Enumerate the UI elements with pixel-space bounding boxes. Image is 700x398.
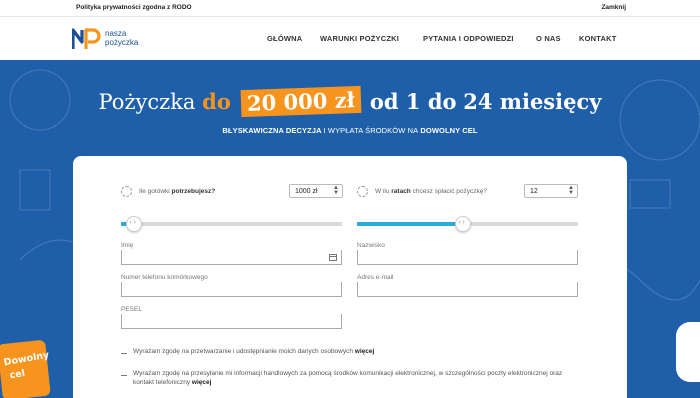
consent1-checkbox[interactable]	[121, 353, 127, 354]
subheadline-middle: I WYPŁATA ŚRODKÓW NA	[323, 126, 419, 135]
amount-slider[interactable]	[121, 216, 342, 232]
select-arrows-icon: ▲ ▼	[568, 185, 574, 196]
nav-item-faq[interactable]: PYTANIA I ODPOWIEDZI	[423, 34, 514, 43]
pesel-label: PESEL	[121, 306, 142, 313]
brand-line2: pożyczka	[105, 37, 139, 47]
amount-spinner-icon	[121, 186, 132, 197]
amount-question: Ile gotówki potrzebujesz?	[139, 188, 215, 195]
installments-question-suffix: chcesz spłacić pożyczkę?	[412, 188, 488, 195]
hero-section: Pożyczka do 20 000 zł od 1 do 24 miesięc…	[0, 60, 700, 398]
headline-period-prefix: od 1 do	[369, 89, 457, 114]
last-name-label: Nazwisko	[357, 242, 385, 249]
privacy-policy-link[interactable]: Polityka prywatności zgodna z RODO	[76, 4, 192, 11]
consent1-more-link[interactable]: więcej	[355, 348, 375, 355]
phone-label: Numer telefonu komórkowego	[121, 274, 208, 281]
decorative-cloud	[676, 322, 700, 382]
subheadline-bold2: DOWOLNY CEL	[420, 126, 478, 135]
main-navigation: nasza pożyczka GŁÓWNA WARUNKI POŻYCZKI P…	[0, 17, 700, 60]
nav-item-loan-terms[interactable]: WARUNKI POŻYCZKI	[320, 34, 399, 43]
nav-item-contact[interactable]: KONTAKT	[579, 34, 617, 43]
nav-item-about[interactable]: O NAS	[536, 34, 561, 43]
brand-logo[interactable]: nasza pożyczka	[72, 28, 152, 52]
hero-headline: Pożyczka do 20 000 zł od 1 do 24 miesięc…	[0, 85, 700, 118]
consent1-body: Wyrażam zgodę na przetwarzanie i udostęp…	[133, 348, 353, 355]
email-label: Adres e-mail	[357, 274, 394, 281]
brand-name: nasza pożyczka	[105, 29, 139, 47]
subheadline-bold1: BŁYSKAWICZNA DECYZJA	[222, 126, 322, 135]
headline-amount-badge: 20 000 zł	[240, 85, 361, 118]
installments-question-bold: ratach	[391, 188, 411, 195]
top-bar: Polityka prywatności zgodna z RODO Zamkn…	[0, 0, 700, 17]
consent2-text: Wyrażam zgodę na przesyłanie mi informac…	[133, 370, 583, 387]
installments-spinner-icon	[357, 186, 368, 197]
consent2-more-link[interactable]: więcej	[192, 379, 212, 386]
last-name-field[interactable]	[357, 250, 578, 265]
installments-select-value: 12	[530, 188, 538, 195]
any-purpose-sticker: Dowolny cel	[0, 340, 51, 398]
installments-select[interactable]: 12 ▲ ▼	[524, 184, 578, 198]
amount-select[interactable]: 1000 zł ▲ ▼	[289, 184, 343, 198]
select-arrows-icon: ▲ ▼	[333, 185, 339, 196]
consent2-body: Wyrażam zgodę na przesyłanie mi informac…	[133, 370, 548, 377]
installments-slider-fill	[357, 222, 464, 226]
amount-select-value: 1000 zł	[295, 188, 318, 195]
installments-question: W ilu ratach chcesz spłacić pożyczkę?	[375, 188, 487, 195]
installments-slider[interactable]	[357, 216, 578, 232]
amount-question-prefix: Ile gotówki	[139, 188, 170, 195]
amount-question-bold: potrzebujesz?	[171, 188, 216, 195]
pesel-field[interactable]	[121, 314, 342, 329]
np-logo-icon	[72, 28, 101, 49]
amount-slider-handle[interactable]	[126, 216, 143, 232]
installments-slider-handle[interactable]	[455, 216, 472, 232]
headline-period-value: 24 miesięcy	[463, 89, 602, 114]
installments-question-prefix: W ilu	[375, 188, 390, 195]
hero-subheadline: BŁYSKAWICZNA DECYZJA I WYPŁATA ŚRODKÓW N…	[0, 126, 700, 135]
email-field[interactable]	[357, 282, 578, 297]
consent1-text: Wyrażam zgodę na przetwarzanie i udostęp…	[133, 348, 603, 357]
calendar-icon[interactable]	[329, 254, 337, 261]
headline-do: do	[202, 89, 231, 114]
phone-field[interactable]	[121, 282, 342, 297]
close-link[interactable]: Zamknij	[601, 4, 626, 11]
nav-item-home[interactable]: GŁÓWNA	[267, 34, 302, 43]
first-name-label: Imię	[121, 242, 134, 249]
consent2-checkbox[interactable]	[121, 375, 127, 376]
first-name-field[interactable]	[121, 250, 342, 265]
headline-prefix: Pożyczka	[98, 90, 196, 114]
loan-form-card: Ile gotówki potrzebujesz? 1000 zł ▲▼ W i…	[73, 156, 627, 398]
